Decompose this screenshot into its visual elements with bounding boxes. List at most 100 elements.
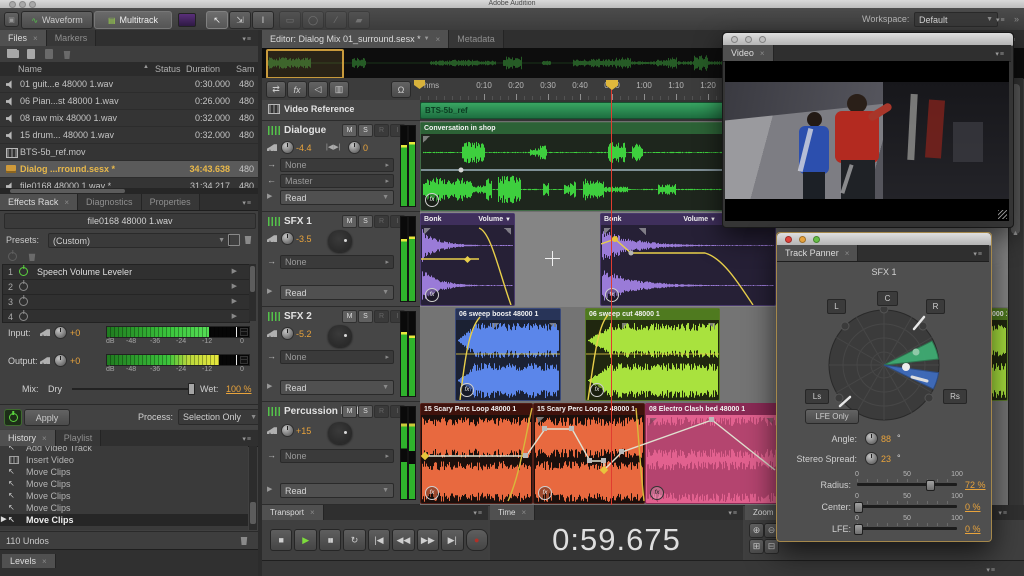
channel-button-c[interactable]: C [877, 291, 898, 306]
volume-value[interactable]: -5.2 [296, 329, 312, 339]
slider-track[interactable] [857, 527, 957, 530]
delete-preset-icon[interactable] [244, 234, 252, 244]
loop-button[interactable]: ↻ [343, 529, 365, 551]
effects-view-button[interactable]: fx [287, 81, 307, 98]
zoom-in-icon[interactable]: ⊕ [749, 523, 764, 538]
spectral-display-icon[interactable] [178, 13, 196, 27]
tab-effects-rack[interactable]: Effects Rack [0, 194, 78, 210]
wet-value[interactable]: 100 % [226, 384, 252, 394]
clip-fx-icon[interactable]: fx [425, 193, 439, 207]
channel-button-rs[interactable]: Rs [943, 389, 967, 404]
history-item[interactable]: ↖Move Clips [0, 466, 248, 478]
razor-tool-button[interactable]: Ⅰ [252, 11, 274, 29]
files-panel-menu-icon[interactable] [242, 35, 252, 43]
slider-track[interactable] [857, 505, 957, 508]
panner-param-value[interactable]: 88 [881, 434, 891, 444]
history-vscrollbar[interactable] [249, 446, 257, 530]
clip-sfx1-a[interactable]: Bonk Volume ▼ fx [420, 213, 515, 306]
panner-slider-value[interactable]: 0 % [965, 524, 981, 534]
panner-slider-value[interactable]: 72 % [965, 480, 986, 490]
chevron-right-icon[interactable]: ▶ [232, 282, 237, 290]
slider-handle[interactable] [926, 480, 935, 491]
output-gain-knob[interactable] [54, 354, 67, 367]
clip-fx-icon[interactable]: fx [425, 288, 439, 302]
effect-slot[interactable]: 3▶ [3, 295, 249, 310]
slider-handle[interactable] [854, 502, 863, 513]
effect-power-icon[interactable] [19, 312, 28, 321]
track-output-select[interactable]: None▸ [280, 449, 394, 463]
healing-tool-button[interactable]: ▰ [348, 11, 370, 29]
resize-grip-icon[interactable] [998, 210, 1007, 219]
clip-fx-icon[interactable]: fx [425, 486, 439, 500]
marquee-tool-button[interactable]: ▭ [279, 11, 301, 29]
surround-panner-icon[interactable] [328, 422, 352, 444]
traffic-light-min-icon[interactable] [745, 36, 752, 43]
arm-record-button[interactable]: R [374, 405, 389, 418]
mix-slider-handle[interactable] [188, 383, 195, 395]
track-header-percussion[interactable]: Percussion bed MSRI +15 → None▸ ▶ Read▼ [262, 402, 420, 505]
trash-icon[interactable] [63, 49, 71, 59]
mix-slider[interactable] [72, 388, 194, 390]
tab-levels[interactable]: Levels [2, 554, 56, 568]
stop-button[interactable]: ■ [270, 529, 292, 551]
volume-knob[interactable] [281, 232, 294, 245]
arm-record-button[interactable]: R [374, 310, 389, 323]
effect-power-icon[interactable] [19, 297, 28, 306]
traffic-light-close-icon[interactable] [785, 236, 792, 243]
mute-button[interactable]: M [342, 215, 357, 228]
traffic-light-min-icon[interactable] [799, 236, 806, 243]
clip-sweep-boost[interactable]: 06 sweep boost 48000 1 fx [455, 308, 561, 401]
col-name[interactable]: Name [18, 64, 42, 74]
channel-button-l[interactable]: L [827, 299, 846, 314]
traffic-light-max-icon[interactable] [813, 236, 820, 243]
chevron-right-icon[interactable]: ▶ [232, 297, 237, 305]
track-output-select[interactable]: None▸ [280, 158, 394, 172]
tab-video[interactable]: Video [723, 45, 774, 61]
open-folder-icon[interactable] [7, 50, 19, 58]
presets-select[interactable]: (Custom)▼ [48, 233, 230, 248]
scroll-up-icon[interactable]: ▲ [1012, 230, 1019, 237]
col-status[interactable]: Status [155, 64, 181, 74]
hscroll-thumb[interactable] [10, 189, 125, 193]
waveform-button[interactable]: ∿ Waveform [21, 11, 93, 29]
time-menu-icon[interactable] [728, 509, 738, 517]
lfe-only-button[interactable]: LFE Only [805, 409, 859, 424]
chevron-right-icon[interactable]: ▶ [232, 267, 237, 275]
col-sample[interactable]: Sam [236, 64, 255, 74]
arm-record-button[interactable]: R [374, 124, 389, 137]
history-panel-menu-icon[interactable] [242, 435, 252, 443]
play-button[interactable]: ▶ [294, 529, 316, 551]
time-display[interactable]: 0:59.675 [490, 520, 743, 560]
app-icon[interactable]: ▣ [4, 12, 19, 27]
zoom-menu-icon[interactable] [998, 509, 1008, 517]
statusbar-menu-icon[interactable] [986, 566, 996, 574]
automation-mode-select[interactable]: Read▼ [280, 483, 394, 498]
tab-markers[interactable]: Markers [47, 30, 97, 46]
traffic-light-max-icon[interactable] [759, 36, 766, 43]
video-panel-menu-icon[interactable] [995, 50, 1005, 58]
tab-diagnostics[interactable]: Diagnostics [78, 194, 142, 210]
solo-button[interactable]: S [358, 124, 373, 137]
file-row[interactable]: 08 raw mix 48000 1.wav0:32.000480 [0, 110, 258, 127]
mute-button[interactable]: M [342, 124, 357, 137]
solo-button[interactable]: S [358, 310, 373, 323]
track-header-sfx1[interactable]: SFX 1 MSRI -3.5 → None▸ ▶ Read▼ [262, 212, 420, 307]
clip-video-ref[interactable]: BTS-5b_ref [420, 102, 732, 119]
slip-tool-button[interactable]: ⇲ [229, 11, 251, 29]
import-file-icon[interactable] [45, 49, 53, 59]
process-select[interactable]: Selection Only▼ [178, 409, 262, 425]
automation-mode-select[interactable]: Read▼ [280, 285, 394, 300]
history-item[interactable]: ↖Add Video Track [0, 446, 248, 454]
history-item[interactable]: ↖Move Clips [0, 478, 248, 490]
channel-button-ls[interactable]: Ls [805, 389, 829, 404]
clip-perc-loop2[interactable]: 15 Scary Perc Loop 2 48000 1 fx [533, 403, 645, 504]
mute-button[interactable]: M [342, 405, 357, 418]
traffic-light-close-icon[interactable] [731, 36, 738, 43]
pan-value[interactable]: 0 [363, 143, 368, 153]
vscroll-thumb[interactable] [250, 266, 255, 292]
pan-view-button[interactable]: ◁ [308, 81, 328, 98]
effect-power-icon[interactable] [19, 282, 28, 291]
headphones-button[interactable]: Ω [391, 81, 411, 98]
record-button[interactable]: ● [466, 529, 488, 551]
rack-power-icon[interactable] [8, 252, 17, 261]
